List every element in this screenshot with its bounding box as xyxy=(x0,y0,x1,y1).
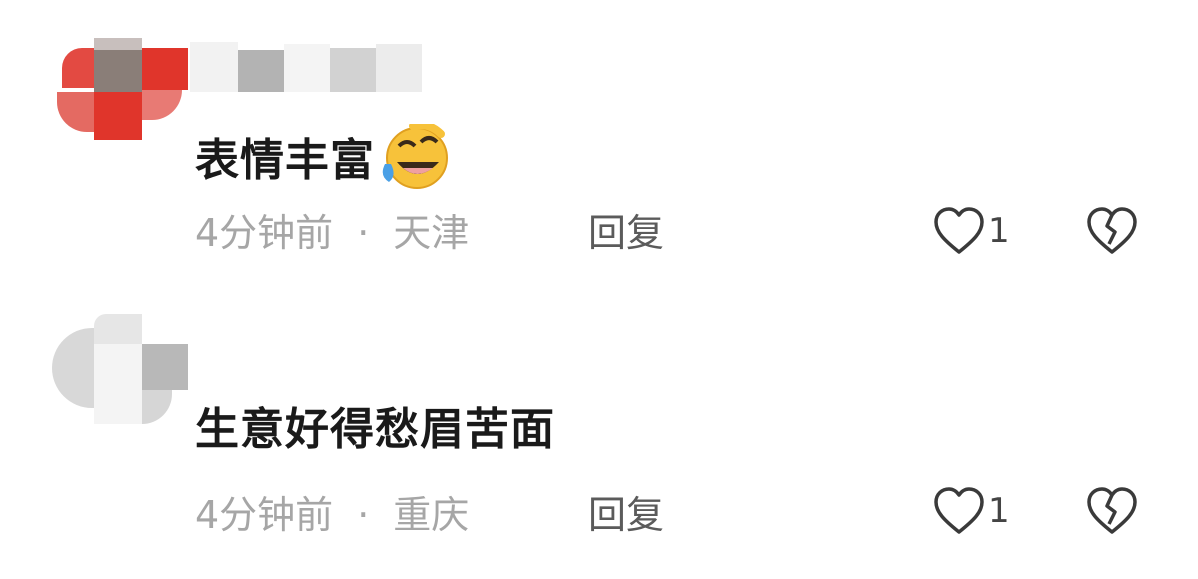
dislike-button[interactable] xyxy=(1085,206,1139,260)
reply-button[interactable]: 回复 xyxy=(588,492,664,538)
comment-text-content: 表情丰富 xyxy=(195,135,375,186)
location: 天津 xyxy=(393,211,470,255)
comment-item: 生意好得愁眉苦面 4分钟前 · 重庆 回复 1 xyxy=(0,300,1198,579)
comment-item: 表情丰富 4分钟前 · 天津 回复 1 xyxy=(0,0,1198,280)
separator-dot: · xyxy=(357,211,370,255)
comment-text: 表情丰富 xyxy=(195,121,451,202)
comment-meta: 4分钟前 · 重庆 xyxy=(195,492,469,538)
broken-heart-icon xyxy=(1085,487,1139,540)
timestamp: 4分钟前 xyxy=(195,493,334,537)
heart-icon xyxy=(932,486,986,536)
separator-dot: · xyxy=(357,493,370,537)
like-button[interactable]: 1 xyxy=(932,206,1010,256)
timestamp: 4分钟前 xyxy=(195,211,334,255)
dislike-button[interactable] xyxy=(1085,486,1139,540)
comment-text: 生意好得愁眉苦面 xyxy=(195,404,555,455)
reply-button[interactable]: 回复 xyxy=(588,210,664,256)
laughing-face-icon xyxy=(377,121,451,202)
broken-heart-icon xyxy=(1085,207,1139,260)
like-button[interactable]: 1 xyxy=(932,486,1010,536)
avatar-mosaic[interactable] xyxy=(52,314,188,426)
comment-meta: 4分钟前 · 天津 xyxy=(195,210,469,256)
like-count: 1 xyxy=(988,491,1010,531)
location: 重庆 xyxy=(393,493,470,537)
like-count: 1 xyxy=(988,211,1010,251)
avatar-mosaic xyxy=(52,38,188,142)
heart-icon xyxy=(932,206,986,256)
username-mosaic xyxy=(190,38,430,94)
